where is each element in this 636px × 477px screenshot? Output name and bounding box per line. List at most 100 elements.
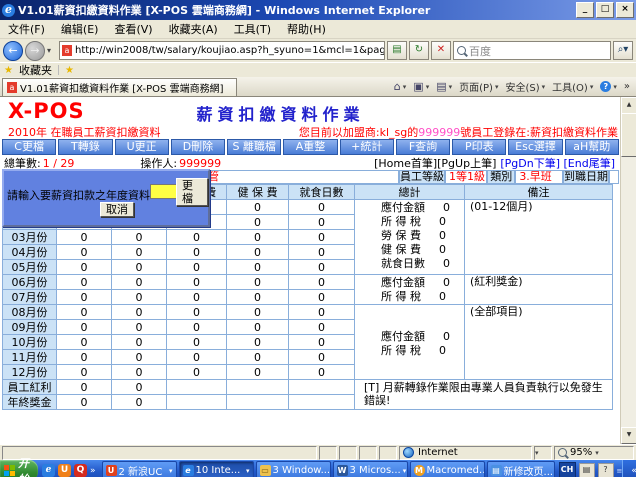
url-field[interactable]: a http://win2008/tw/salary/koujiao.asp?h… bbox=[59, 41, 385, 60]
operator-value: 999999 bbox=[179, 157, 221, 170]
remark-cell: (紅利獎金) bbox=[465, 275, 613, 305]
feeds-button[interactable]: ▣▾ bbox=[413, 80, 429, 93]
home-button[interactable]: ⌂▾ bbox=[394, 80, 407, 93]
button-delete[interactable]: D刪除 bbox=[171, 139, 225, 155]
protected-mode-panel[interactable]: ▾ bbox=[534, 446, 552, 460]
minimize-button[interactable]: _ bbox=[576, 2, 594, 18]
help-tray-icon[interactable]: ? bbox=[598, 463, 614, 477]
favorites-label[interactable]: 收藏夹 bbox=[19, 62, 52, 78]
cell-value: 0 bbox=[167, 305, 227, 320]
cell-value: 0 bbox=[112, 320, 167, 335]
button-statistics[interactable]: +統計 bbox=[340, 139, 394, 155]
button-rebuild[interactable]: A重整 bbox=[283, 139, 337, 155]
uc-quicklaunch-icon[interactable]: U bbox=[58, 464, 71, 477]
status-panel bbox=[319, 446, 337, 460]
qq-quicklaunch-icon[interactable]: Q bbox=[74, 464, 87, 477]
cell-value: 0 bbox=[289, 365, 355, 380]
ie-icon: e bbox=[2, 4, 15, 17]
taskbar-button-word[interactable]: W 3 Micros...▾ bbox=[333, 461, 408, 477]
login-employee-no: 999999 bbox=[418, 126, 460, 139]
cell-value: 0 bbox=[227, 350, 289, 365]
cell-value: 0 bbox=[289, 200, 355, 215]
footer-note: [T] 月薪轉錄作業限由專業人員負責執行以免發生錯誤! bbox=[355, 380, 613, 410]
cell-value: 0 bbox=[167, 230, 227, 245]
button-help[interactable]: aH幫助 bbox=[565, 139, 619, 155]
cell-value: 0 bbox=[227, 215, 289, 230]
back-icon[interactable]: ← bbox=[3, 41, 23, 61]
cell-value: 0 bbox=[112, 365, 167, 380]
help-button[interactable]: ?▾ bbox=[600, 81, 617, 92]
hire-date-value: 1997-06-01 bbox=[609, 170, 619, 184]
taskbar-button-ie[interactable]: e 10 Inte...▾ bbox=[179, 461, 254, 477]
cancel-button[interactable]: 取消 bbox=[100, 202, 134, 217]
taskbar-button-macromedia[interactable]: M Macromed... bbox=[410, 461, 485, 477]
cell-value: 0 bbox=[289, 230, 355, 245]
totals-cell: 應付金額0所 得 稅0 bbox=[355, 275, 465, 305]
scrollbar-thumb[interactable] bbox=[621, 113, 636, 157]
menu-favorites[interactable]: 收藏夹(A) bbox=[161, 21, 226, 37]
stop-button[interactable]: ✕ bbox=[431, 41, 451, 60]
start-button[interactable]: 开始 bbox=[0, 460, 38, 477]
quicklaunch-chevron-icon[interactable]: » bbox=[90, 466, 96, 476]
safety-menu-button[interactable]: 安全(S)▾ bbox=[505, 79, 545, 94]
tab-favicon: a bbox=[7, 82, 17, 93]
restore-button[interactable]: □ bbox=[596, 2, 614, 18]
language-indicator[interactable]: CH bbox=[559, 462, 576, 477]
forward-icon[interactable]: → bbox=[25, 41, 45, 61]
cell-value: 0 bbox=[289, 335, 355, 350]
printer-tray-icon[interactable]: ▤ bbox=[579, 463, 595, 477]
button-correct[interactable]: U更正 bbox=[115, 139, 169, 155]
cell-value: 0 bbox=[227, 245, 289, 260]
scroll-up-icon[interactable]: ▲ bbox=[621, 97, 636, 114]
page-menu-button[interactable]: 页面(P)▾ bbox=[459, 79, 498, 94]
menu-edit[interactable]: 编辑(E) bbox=[53, 21, 107, 37]
taskbar-button-uc[interactable]: U 2 新浪UC▾ bbox=[102, 461, 177, 477]
history-dropdown-icon[interactable]: ▾ bbox=[47, 46, 57, 55]
zoom-control[interactable]: 95% ▾ bbox=[554, 446, 634, 460]
menu-file[interactable]: 文件(F) bbox=[0, 21, 53, 37]
confirm-button[interactable]: 更檔 bbox=[176, 178, 208, 206]
search-go-button[interactable]: ⌕▾ bbox=[613, 41, 633, 60]
tray-collapse-icon[interactable]: « bbox=[631, 466, 636, 476]
scroll-down-icon[interactable]: ▼ bbox=[621, 427, 636, 444]
cell-value: 0 bbox=[112, 275, 167, 290]
tools-menu-button[interactable]: 工具(O)▾ bbox=[552, 79, 593, 94]
year-input-dialog: 請輸入要薪資扣款之年度資料 更檔 取消 bbox=[2, 169, 210, 227]
nav-keys-home-pgup[interactable]: [Home首筆][PgUp上筆] bbox=[374, 155, 496, 171]
divider bbox=[58, 65, 59, 75]
command-bar: ⌂▾ ▣▾ ▤▾ 页面(P)▾ 安全(S)▾ 工具(O)▾ ?▾ » bbox=[394, 79, 634, 96]
overflow-chevron-icon[interactable]: » bbox=[624, 81, 630, 92]
vertical-scrollbar[interactable]: ▲ ▼ bbox=[620, 97, 636, 444]
button-query[interactable]: F查詢 bbox=[396, 139, 450, 155]
refresh-button[interactable]: ↻ bbox=[409, 41, 429, 60]
totals-line: 所 得 稅0 bbox=[381, 289, 464, 303]
search-input[interactable]: 百度 bbox=[453, 41, 611, 60]
menu-tools[interactable]: 工具(T) bbox=[226, 21, 279, 37]
taskbar-button-explorer[interactable]: ▭ 3 Window...▾ bbox=[256, 461, 331, 477]
button-print[interactable]: P印表 bbox=[452, 139, 506, 155]
month-label: 03月份 bbox=[3, 230, 57, 245]
table-row: 08月份00000應付金額0所 得 稅0(全部項目) bbox=[3, 305, 613, 320]
tab-active[interactable]: a V1.01薪資扣繳資料作業 [X-POS 雲端商務網] bbox=[2, 78, 237, 96]
status-panel bbox=[339, 446, 357, 460]
print-button[interactable]: ▤▾ bbox=[436, 80, 452, 93]
close-button[interactable]: × bbox=[616, 2, 634, 18]
button-transfer[interactable]: T轉錄 bbox=[58, 139, 112, 155]
menu-view[interactable]: 查看(V) bbox=[106, 21, 160, 37]
bonus-label: 員工紅利 bbox=[3, 380, 57, 395]
nav-keys-pgdn-end[interactable]: [PgDn下筆] [End尾筆] bbox=[500, 155, 615, 171]
compatibility-button[interactable]: ▤ bbox=[387, 41, 407, 60]
cell-value: 0 bbox=[289, 290, 355, 305]
add-favorite-icon[interactable]: ★ bbox=[65, 65, 74, 76]
button-esc-select[interactable]: Esc選擇 bbox=[508, 139, 562, 155]
word-icon: W bbox=[337, 465, 348, 476]
bonus-label: 年終獎金 bbox=[3, 395, 57, 410]
cell-value: 0 bbox=[227, 305, 289, 320]
button-change-file[interactable]: C更檔 bbox=[2, 139, 56, 155]
taskbar-button-page[interactable]: ▤ 新修改页... bbox=[487, 461, 555, 477]
status-bar: Internet ▾ 95% ▾ bbox=[0, 444, 636, 460]
button-resigned-file[interactable]: S 離職檔 bbox=[227, 139, 281, 155]
cell-value: 0 bbox=[57, 380, 112, 395]
menu-help[interactable]: 帮助(H) bbox=[279, 21, 334, 37]
ie-quicklaunch-icon[interactable]: e bbox=[42, 464, 55, 477]
